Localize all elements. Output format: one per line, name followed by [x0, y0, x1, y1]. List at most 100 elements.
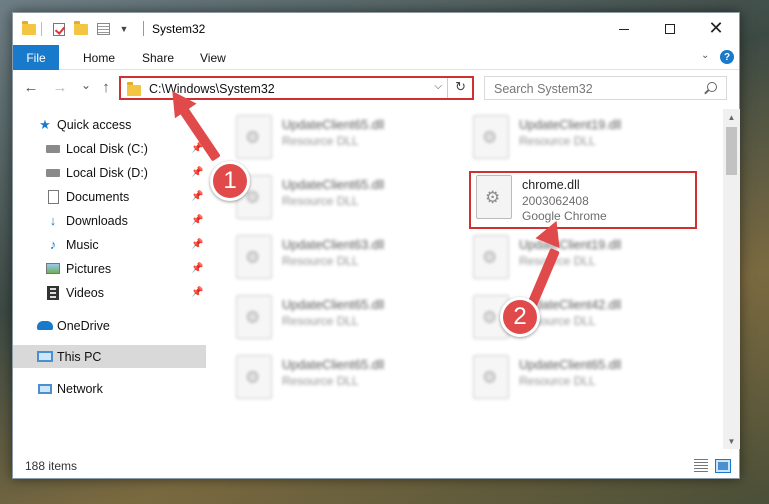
maximize-icon — [665, 24, 675, 34]
drive-icon — [45, 165, 61, 181]
navigation-bar: ← → ⌄ ↑ C:\Windows\System32 ⌵ ↻ Search S… — [13, 71, 739, 105]
sidebar-item-label: Downloads — [66, 213, 128, 228]
back-button[interactable]: ← — [22, 79, 40, 96]
pin-icon: 📌 — [191, 263, 204, 274]
step-badge-2: 2 — [500, 297, 540, 337]
new-folder-icon[interactable] — [73, 20, 89, 37]
file-type: Resource DLL — [282, 254, 359, 268]
qa-divider — [41, 22, 42, 36]
pin-icon: 📌 — [191, 215, 204, 226]
search-icon[interactable] — [707, 82, 717, 92]
pictures-icon — [45, 261, 61, 277]
sidebar-item-this-pc[interactable]: This PC — [13, 345, 206, 368]
search-input[interactable]: Search System32 — [484, 76, 727, 100]
navigation-pane: ★ Quick access Local Disk (C:) 📌 Local D… — [13, 109, 206, 449]
refresh-button[interactable]: ↻ — [455, 79, 466, 95]
address-dropdown-icon[interactable]: ⌵ — [434, 81, 442, 92]
music-icon: ♪ — [49, 237, 57, 252]
dll-file-icon — [473, 235, 509, 279]
pin-icon: 📌 — [191, 239, 204, 250]
file-company: Google Chrome — [522, 209, 607, 223]
vertical-scrollbar[interactable]: ▲ ▼ — [723, 109, 740, 449]
file-version: 2003062408 — [522, 194, 589, 208]
close-icon: ✕ — [708, 18, 724, 39]
title-bar: ▼ System32 ✕ — [13, 13, 739, 45]
list-item[interactable]: UpdateClient65.dll Resource DLL — [473, 355, 703, 405]
file-type: Resource DLL — [519, 374, 596, 388]
file-name: UpdateClient65.dll — [282, 298, 385, 312]
sidebar-item-label: Pictures — [66, 261, 112, 276]
tab-home[interactable]: Home — [83, 51, 115, 65]
list-item[interactable]: UpdateClient19.dll Resource DLL — [473, 235, 703, 285]
sidebar-item-local-disk-d[interactable]: Local Disk (D:) 📌 — [13, 161, 206, 184]
status-bar: 188 items — [13, 454, 739, 478]
forward-button[interactable]: → — [51, 79, 69, 96]
file-name: chrome.dll — [522, 178, 580, 192]
file-name: UpdateClient65.dll — [519, 358, 622, 372]
tab-file[interactable]: File — [13, 45, 59, 70]
sidebar-item-network[interactable]: Network — [13, 377, 206, 400]
sidebar-item-documents[interactable]: Documents 📌 — [13, 185, 206, 208]
properties-icon[interactable] — [95, 21, 111, 37]
scroll-down-icon[interactable]: ▼ — [723, 433, 740, 449]
title-divider — [143, 21, 144, 36]
dll-file-icon — [236, 235, 272, 279]
close-button[interactable]: ✕ — [693, 13, 739, 45]
file-name: UpdateClient65.dll — [282, 118, 385, 132]
pin-icon: 📌 — [191, 287, 204, 298]
folder-icon — [21, 20, 37, 37]
list-item[interactable]: UpdateClient63.dll Resource DLL — [236, 235, 466, 285]
dll-file-icon — [236, 355, 272, 399]
chevron-down-icon[interactable]: ▼ — [116, 21, 132, 37]
videos-icon — [45, 285, 61, 301]
sidebar-item-videos[interactable]: Videos 📌 — [13, 281, 206, 304]
file-type: Resource DLL — [282, 374, 359, 388]
file-type: Resource DLL — [519, 134, 596, 148]
list-item[interactable]: UpdateClient65.dll Resource DLL — [236, 295, 466, 345]
properties-check-icon[interactable] — [51, 21, 67, 37]
file-list: UpdateClient65.dll Resource DLL UpdateCl… — [209, 109, 723, 449]
dll-file-icon — [473, 355, 509, 399]
scroll-thumb[interactable] — [726, 127, 737, 175]
documents-icon — [45, 189, 61, 205]
ribbon: File Home Share View ⌄ ? — [13, 45, 739, 70]
sidebar-item-onedrive[interactable]: OneDrive — [13, 314, 206, 337]
help-icon: ? — [720, 50, 734, 64]
list-item[interactable]: UpdateClient65.dll Resource DLL — [236, 115, 466, 165]
downloads-icon: ↓ — [49, 213, 57, 228]
sidebar-item-label: OneDrive — [57, 318, 110, 333]
tab-share[interactable]: Share — [142, 51, 174, 65]
file-name: UpdateClient65.dll — [282, 178, 385, 192]
item-count: 188 items — [25, 459, 78, 473]
sidebar-item-label: Documents — [66, 189, 130, 204]
sidebar-item-downloads[interactable]: ↓ Downloads 📌 — [13, 209, 206, 232]
step-badge-1: 1 — [210, 161, 250, 201]
list-item[interactable]: UpdateClient65.dll Resource DLL — [236, 175, 466, 225]
address-divider — [447, 78, 448, 98]
list-item[interactable]: UpdateClient65.dll Resource DLL — [236, 355, 466, 405]
file-name: UpdateClient65.dll — [282, 358, 385, 372]
dll-file-icon — [473, 115, 509, 159]
expand-ribbon-icon[interactable]: ⌄ — [701, 50, 709, 61]
recent-locations-button[interactable]: ⌄ — [77, 78, 95, 92]
sidebar-item-label: Quick access — [57, 117, 132, 132]
tab-view[interactable]: View — [200, 51, 226, 65]
sidebar-item-pictures[interactable]: Pictures 📌 — [13, 257, 206, 280]
scroll-up-icon[interactable]: ▲ — [723, 109, 740, 125]
maximize-button[interactable] — [647, 13, 693, 45]
sidebar-item-local-disk-c[interactable]: Local Disk (C:) 📌 — [13, 137, 206, 160]
up-button[interactable]: ↑ — [97, 79, 115, 96]
details-view-icon[interactable] — [694, 459, 708, 473]
chrome-dll-file[interactable]: chrome.dll 2003062408 Google Chrome — [476, 175, 706, 225]
pin-icon: 📌 — [191, 167, 204, 178]
sidebar-item-music[interactable]: ♪ Music 📌 — [13, 233, 206, 256]
folder-icon — [127, 82, 141, 96]
minimize-button[interactable] — [601, 13, 647, 45]
sidebar-item-label: Network — [57, 381, 103, 396]
computer-icon — [37, 349, 53, 365]
file-type: Resource DLL — [282, 134, 359, 148]
tiles-view-icon[interactable] — [715, 459, 731, 473]
file-name: UpdateClient19.dll — [519, 118, 622, 132]
help-button[interactable]: ? — [720, 50, 734, 64]
list-item[interactable]: UpdateClient19.dll Resource DLL — [473, 115, 703, 165]
